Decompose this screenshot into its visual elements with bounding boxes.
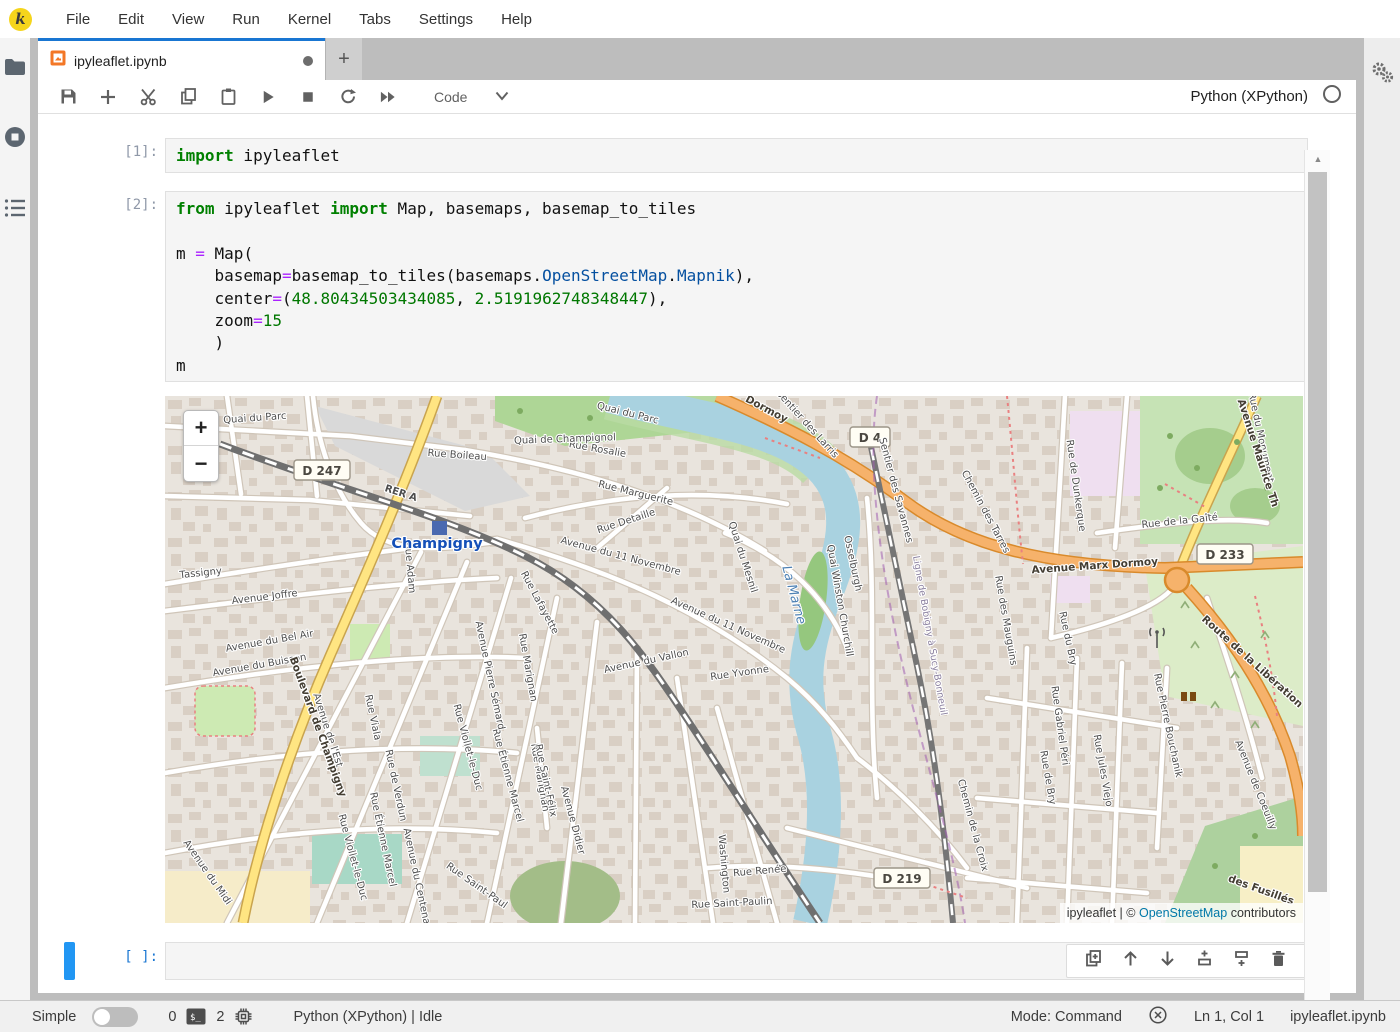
- app-logo-icon[interactable]: k: [9, 8, 32, 31]
- move-cell-down-icon[interactable]: [1158, 949, 1177, 973]
- stop-icon[interactable]: [296, 85, 320, 109]
- restart-kernel-icon[interactable]: [336, 85, 360, 109]
- kernels-count[interactable]: 2: [216, 1009, 224, 1025]
- attribution-suffix: contributors: [1227, 906, 1296, 920]
- menu-items: FileEditViewRunKernelTabsSettingsHelp: [52, 11, 546, 28]
- scrollbar-thumb[interactable]: [1308, 172, 1327, 892]
- active-cell-collapser[interactable]: [64, 942, 75, 980]
- notebook-icon: [50, 50, 66, 71]
- cell-2-prompt: [2]:: [98, 197, 158, 213]
- tab-modified-dot: [303, 56, 313, 66]
- settings-gears-icon[interactable]: [1369, 60, 1395, 91]
- cell-type-select[interactable]: Code: [434, 89, 467, 105]
- file-browser-icon[interactable]: [4, 58, 26, 81]
- cell-toolbar: [1066, 944, 1306, 978]
- simple-mode-toggle[interactable]: [92, 1007, 138, 1027]
- add-cell-icon[interactable]: [96, 85, 120, 109]
- attribution-prefix: ipyleaflet | ©: [1067, 906, 1139, 920]
- svg-text:Champigny: Champigny: [391, 536, 483, 552]
- playground: [195, 686, 255, 736]
- map-zoom-control: + −: [183, 410, 219, 482]
- svg-text:D 233: D 233: [1205, 548, 1244, 562]
- copy-cells-icon[interactable]: [176, 85, 200, 109]
- run-icon[interactable]: [256, 85, 280, 109]
- roundabout: [1165, 568, 1189, 592]
- map-attribution: ipyleaflet | © OpenStreetMap contributor…: [1060, 903, 1303, 923]
- empty-cell-prompt: [ ]:: [98, 949, 158, 965]
- svg-text:D 247: D 247: [302, 464, 341, 478]
- dock-panel: ipyleaflet.ipynb +: [30, 38, 1364, 1000]
- notebook-panel: Code Python (XPython) [1]: import ipylea…: [38, 80, 1356, 993]
- cut-cells-icon[interactable]: [136, 85, 160, 109]
- terminals-count[interactable]: 0: [168, 1009, 176, 1025]
- menu-help[interactable]: Help: [487, 11, 546, 28]
- paste-cells-icon[interactable]: [216, 85, 240, 109]
- menu-run[interactable]: Run: [218, 11, 274, 28]
- status-bar: Simple 0 $_ 2 Python (XPython) | Idle Mo…: [0, 1000, 1400, 1032]
- menu-tabs[interactable]: Tabs: [345, 11, 405, 28]
- run-all-icon[interactable]: [376, 85, 400, 109]
- code-cell-1[interactable]: import ipyleaflet: [165, 138, 1308, 173]
- map-output[interactable]: D 247D 4D 233D 219 Quai du ParcQuai du P…: [165, 396, 1303, 923]
- tab-bar: ipyleaflet.ipynb +: [30, 38, 1364, 80]
- move-cell-up-icon[interactable]: [1121, 949, 1140, 973]
- zoom-in-button[interactable]: +: [184, 411, 218, 446]
- right-sidebar: [1364, 38, 1400, 1000]
- insert-cell-below-icon[interactable]: [1232, 949, 1251, 973]
- station-marker: [432, 521, 447, 535]
- vertical-scrollbar[interactable]: ▲ ▼: [1304, 150, 1330, 1028]
- notebook-toolbar: Code Python (XPython): [38, 80, 1356, 114]
- tab-title: ipyleaflet.ipynb: [74, 53, 167, 69]
- table-of-contents-icon[interactable]: [4, 198, 26, 223]
- notifications-icon[interactable]: [1148, 1005, 1168, 1029]
- save-icon[interactable]: [56, 85, 80, 109]
- new-tab-button[interactable]: +: [325, 38, 362, 80]
- notebook-content: [1]: import ipyleaflet [2]: from ipyleaf…: [38, 115, 1330, 993]
- cursor-position[interactable]: Ln 1, Col 1: [1194, 1009, 1264, 1025]
- kernel-chip-icon[interactable]: [234, 1007, 253, 1026]
- running-kernels-icon[interactable]: [3, 125, 27, 154]
- zoom-out-button[interactable]: −: [184, 446, 218, 481]
- terminal-icon[interactable]: $_: [186, 1008, 206, 1025]
- kernel-name[interactable]: Python (XPython): [1190, 88, 1308, 105]
- tab-ipyleaflet[interactable]: ipyleaflet.ipynb: [38, 38, 325, 80]
- menu-edit[interactable]: Edit: [104, 11, 158, 28]
- svg-text:$_: $_: [190, 1013, 201, 1023]
- code-cell-2[interactable]: from ipyleaflet import Map, basemaps, ba…: [165, 191, 1308, 382]
- menu-view[interactable]: View: [158, 11, 218, 28]
- kernel-status-icon[interactable]: [1322, 84, 1342, 109]
- chevron-down-icon[interactable]: [495, 88, 509, 106]
- cell-1-prompt: [1]:: [98, 144, 158, 160]
- menu-kernel[interactable]: Kernel: [274, 11, 345, 28]
- statusbar-filename: ipyleaflet.ipynb: [1290, 1009, 1386, 1025]
- menu-bar: k FileEditViewRunKernelTabsSettingsHelp: [0, 0, 1400, 38]
- menu-file[interactable]: File: [52, 11, 104, 28]
- menu-settings[interactable]: Settings: [405, 11, 487, 28]
- delete-cell-icon[interactable]: [1269, 949, 1288, 973]
- map-canvas: D 247D 4D 233D 219 Quai du ParcQuai du P…: [165, 396, 1303, 923]
- simple-mode-label: Simple: [32, 1009, 76, 1025]
- duplicate-cell-icon[interactable]: [1084, 949, 1103, 973]
- command-mode-indicator[interactable]: Mode: Command: [1011, 1009, 1122, 1025]
- svg-text:D 219: D 219: [882, 872, 921, 886]
- kernel-status[interactable]: Python (XPython) | Idle: [293, 1009, 442, 1025]
- scroll-up-arrow[interactable]: ▲: [1305, 150, 1331, 168]
- openstreetmap-link[interactable]: OpenStreetMap: [1139, 906, 1227, 920]
- left-sidebar: [0, 38, 30, 1000]
- insert-cell-above-icon[interactable]: [1195, 949, 1214, 973]
